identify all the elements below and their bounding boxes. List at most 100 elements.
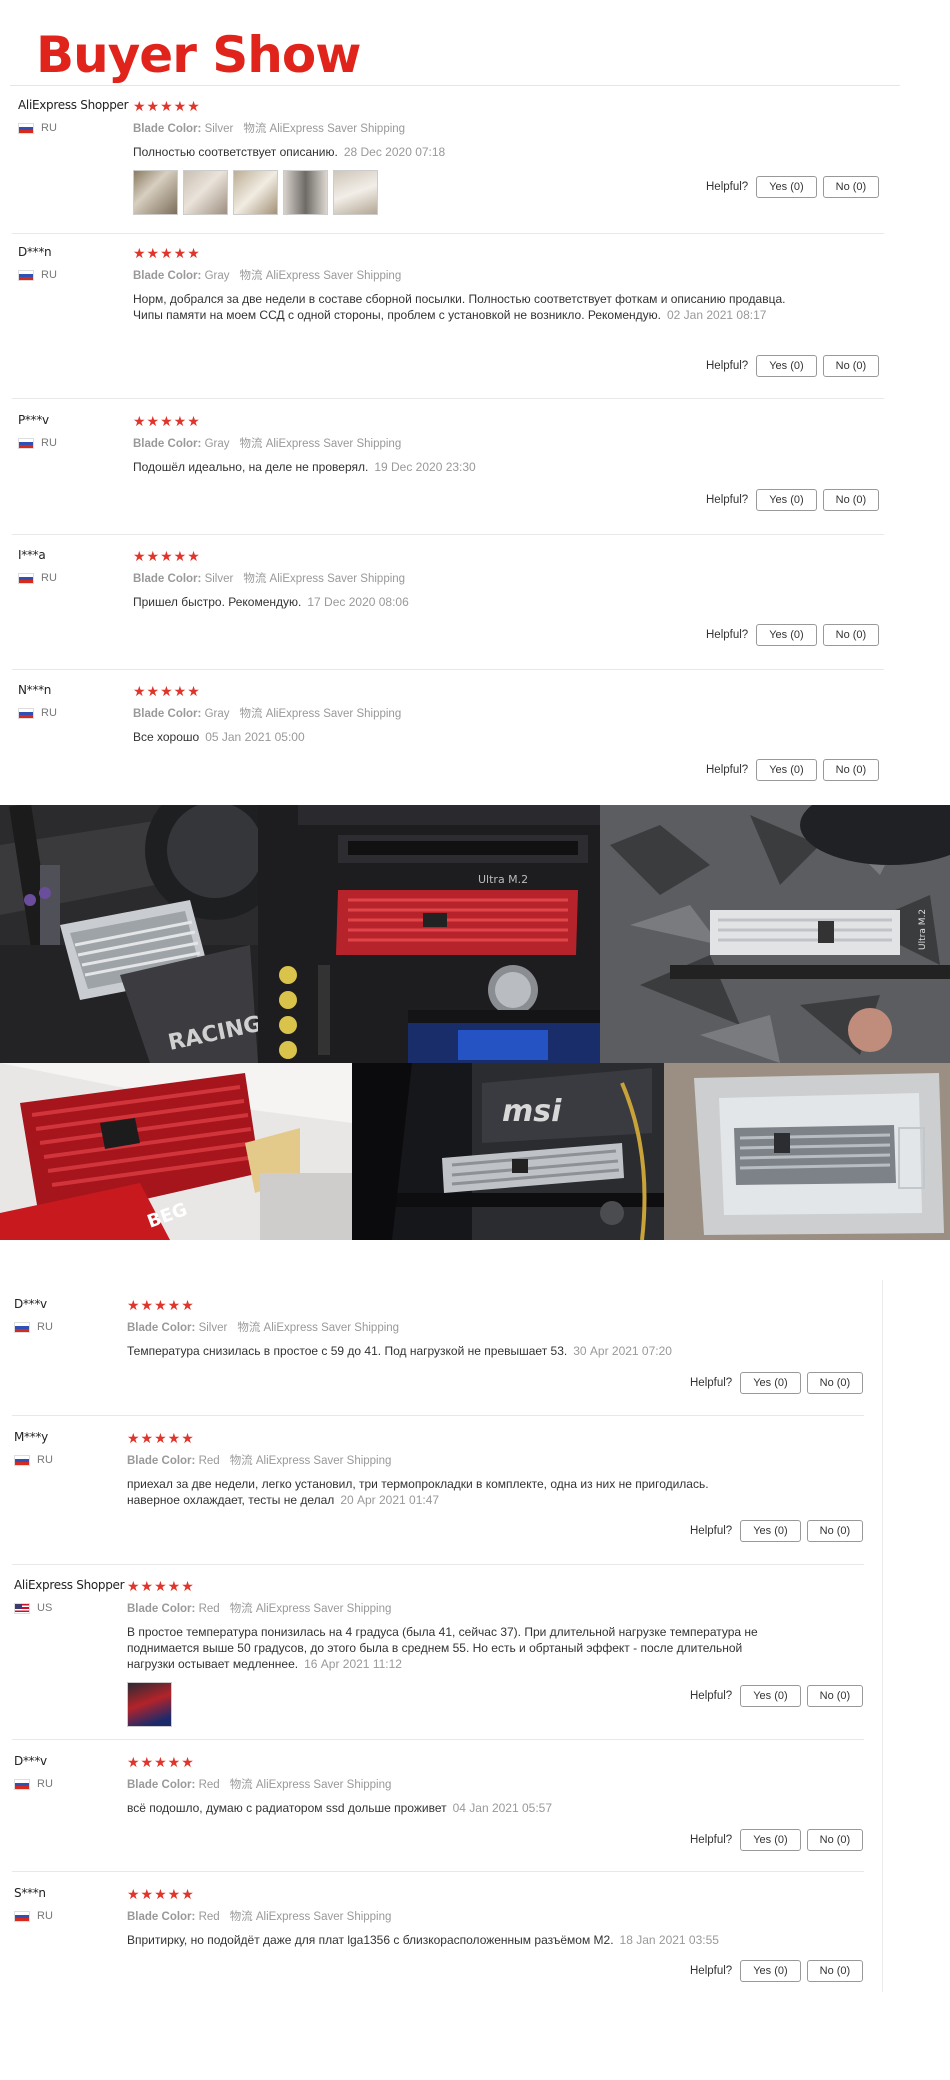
review-date: 02 Jan 2021 08:17 [667, 308, 767, 322]
reviewer-name: M***y [14, 1430, 48, 1444]
helpful-yes-button[interactable]: Yes (0) [756, 489, 817, 511]
review-item: N***n RU ★★★★★ Blade Color: Gray 物流 AliEx… [0, 683, 950, 793]
review-photo-thumbnail[interactable] [127, 1682, 172, 1727]
rating-stars: ★★★★★ [133, 98, 201, 114]
buyer-photo[interactable]: BEG [0, 1063, 352, 1240]
review-meta: Blade Color: Silver 物流 AliExpress Saver S… [133, 573, 406, 585]
review-divider [12, 1564, 864, 1565]
review-meta: Blade Color: Red 物流 AliExpress Saver Ship… [127, 1911, 392, 1923]
rating-stars: ★★★★★ [127, 1430, 195, 1446]
helpful-yes-button[interactable]: Yes (0) [740, 1520, 801, 1542]
buyer-photo[interactable]: msi [352, 1063, 664, 1240]
buyer-photo[interactable]: Ultra M.2 [258, 805, 600, 1063]
helpful-no-button[interactable]: No (0) [806, 1372, 864, 1394]
country-code: RU [41, 122, 57, 134]
russia-flag-icon [14, 1321, 30, 1333]
review-text: Полностью соответствует описанию. 28 Dec … [133, 145, 446, 159]
reviewer-country: RU [18, 572, 57, 584]
helpful-controls: Helpful? Yes (0) No (0) [690, 1685, 864, 1707]
review-photo-thumbnail[interactable] [133, 170, 178, 215]
title-divider [10, 85, 900, 86]
helpful-controls: Helpful? Yes (0) No (0) [706, 176, 880, 198]
review-date: 17 Dec 2020 08:06 [307, 595, 409, 609]
review-date: 20 Apr 2021 01:47 [340, 1493, 440, 1507]
reviewer-country: RU [18, 437, 57, 449]
helpful-yes-button[interactable]: Yes (0) [740, 1960, 801, 1982]
helpful-no-button[interactable]: No (0) [822, 759, 880, 781]
review-divider [12, 1739, 864, 1740]
photo-slot-label: Ultra M.2 [918, 909, 928, 950]
review-item: D***v RU ★★★★★ Blade Color: Silver 物流 Ali… [0, 1297, 950, 1416]
review-photo-thumbnail[interactable] [333, 170, 378, 215]
helpful-no-button[interactable]: No (0) [822, 176, 880, 198]
helpful-controls: Helpful? Yes (0) No (0) [706, 489, 880, 511]
helpful-yes-button[interactable]: Yes (0) [756, 355, 817, 377]
russia-flag-icon [14, 1778, 30, 1790]
review-item: AliExpress Shopper US ★★★★★ Blade Color:… [0, 1578, 950, 1740]
russia-flag-icon [18, 707, 34, 719]
reviewer-country: US [14, 1602, 52, 1614]
helpful-controls: Helpful? Yes (0) No (0) [690, 1960, 864, 1982]
review-text: Пришел быстро. Рекомендую. 17 Dec 2020 08… [133, 595, 409, 609]
helpful-no-button[interactable]: No (0) [822, 489, 880, 511]
reviewer-country: RU [18, 707, 57, 719]
reviewer-country: RU [18, 122, 57, 134]
review-item: S***n RU ★★★★★ Blade Color: Red 物流 AliExp… [0, 1886, 950, 1996]
buyer-photo[interactable] [664, 1063, 950, 1240]
review-meta: Blade Color: Red 物流 AliExpress Saver Ship… [127, 1779, 392, 1791]
review-item: D***v RU ★★★★★ Blade Color: Red 物流 AliExp… [0, 1754, 950, 1872]
reviewer-name: D***n [18, 245, 52, 259]
review-date: 18 Jan 2021 03:55 [619, 1933, 719, 1947]
rating-stars: ★★★★★ [133, 548, 201, 564]
review-text: Температура снизилась в простое с 59 до … [127, 1344, 672, 1358]
photo-slot-label: Ultra M.2 [478, 873, 528, 886]
reviewer-country: RU [14, 1454, 53, 1466]
review-meta: Blade Color: Silver 物流 AliExpress Saver S… [127, 1322, 400, 1334]
reviewer-name: D***v [14, 1297, 47, 1311]
buyer-photo[interactable]: Ultra M.2 [600, 805, 950, 1063]
reviewer-country: RU [14, 1778, 53, 1790]
review-date: 19 Dec 2020 23:30 [374, 460, 476, 474]
helpful-no-button[interactable]: No (0) [806, 1829, 864, 1851]
rating-stars: ★★★★★ [127, 1754, 195, 1770]
review-photo-thumbnail[interactable] [183, 170, 228, 215]
helpful-no-button[interactable]: No (0) [806, 1960, 864, 1982]
review-divider [12, 669, 884, 670]
helpful-no-button[interactable]: No (0) [822, 355, 880, 377]
helpful-yes-button[interactable]: Yes (0) [756, 759, 817, 781]
helpful-no-button[interactable]: No (0) [806, 1685, 864, 1707]
helpful-no-button[interactable]: No (0) [806, 1520, 864, 1542]
buyer-photo-collage: RACING Ultra M.2 Ultra M.2 BEG msi [0, 805, 950, 1240]
helpful-yes-button[interactable]: Yes (0) [756, 176, 817, 198]
review-thumbnails [127, 1682, 775, 1727]
helpful-controls: Helpful? Yes (0) No (0) [690, 1829, 864, 1851]
usa-flag-icon [14, 1602, 30, 1614]
buyer-photo[interactable]: RACING [0, 805, 258, 1063]
rating-stars: ★★★★★ [127, 1886, 195, 1902]
helpful-yes-button[interactable]: Yes (0) [740, 1829, 801, 1851]
helpful-controls: Helpful? Yes (0) No (0) [706, 624, 880, 646]
helpful-controls: Helpful? Yes (0) No (0) [706, 759, 880, 781]
helpful-no-button[interactable]: No (0) [822, 624, 880, 646]
helpful-yes-button[interactable]: Yes (0) [756, 624, 817, 646]
review-text: Подошёл идеально, на деле не проверял. 19… [133, 460, 476, 474]
review-divider [12, 1871, 864, 1872]
review-date: 05 Jan 2021 05:00 [205, 730, 305, 744]
reviewer-name: P***v [18, 413, 49, 427]
review-photo-thumbnail[interactable] [283, 170, 328, 215]
russia-flag-icon [18, 269, 34, 281]
review-photo-thumbnail[interactable] [233, 170, 278, 215]
review-date: 30 Apr 2021 07:20 [573, 1344, 672, 1358]
review-divider [12, 1415, 864, 1416]
helpful-controls: Helpful? Yes (0) No (0) [706, 355, 880, 377]
review-item: D***n RU ★★★★★ Blade Color: Gray 物流 AliEx… [0, 245, 950, 399]
review-date: 28 Dec 2020 07:18 [343, 145, 446, 159]
helpful-yes-button[interactable]: Yes (0) [740, 1372, 801, 1394]
reviewer-name: AliExpress Shopper [18, 98, 129, 112]
russia-flag-icon [14, 1454, 30, 1466]
russia-flag-icon [18, 572, 34, 584]
reviewer-country: RU [18, 269, 57, 281]
helpful-controls: Helpful? Yes (0) No (0) [690, 1520, 864, 1542]
review-meta: Blade Color: Red 物流 AliExpress Saver Ship… [127, 1603, 392, 1615]
helpful-yes-button[interactable]: Yes (0) [740, 1685, 801, 1707]
